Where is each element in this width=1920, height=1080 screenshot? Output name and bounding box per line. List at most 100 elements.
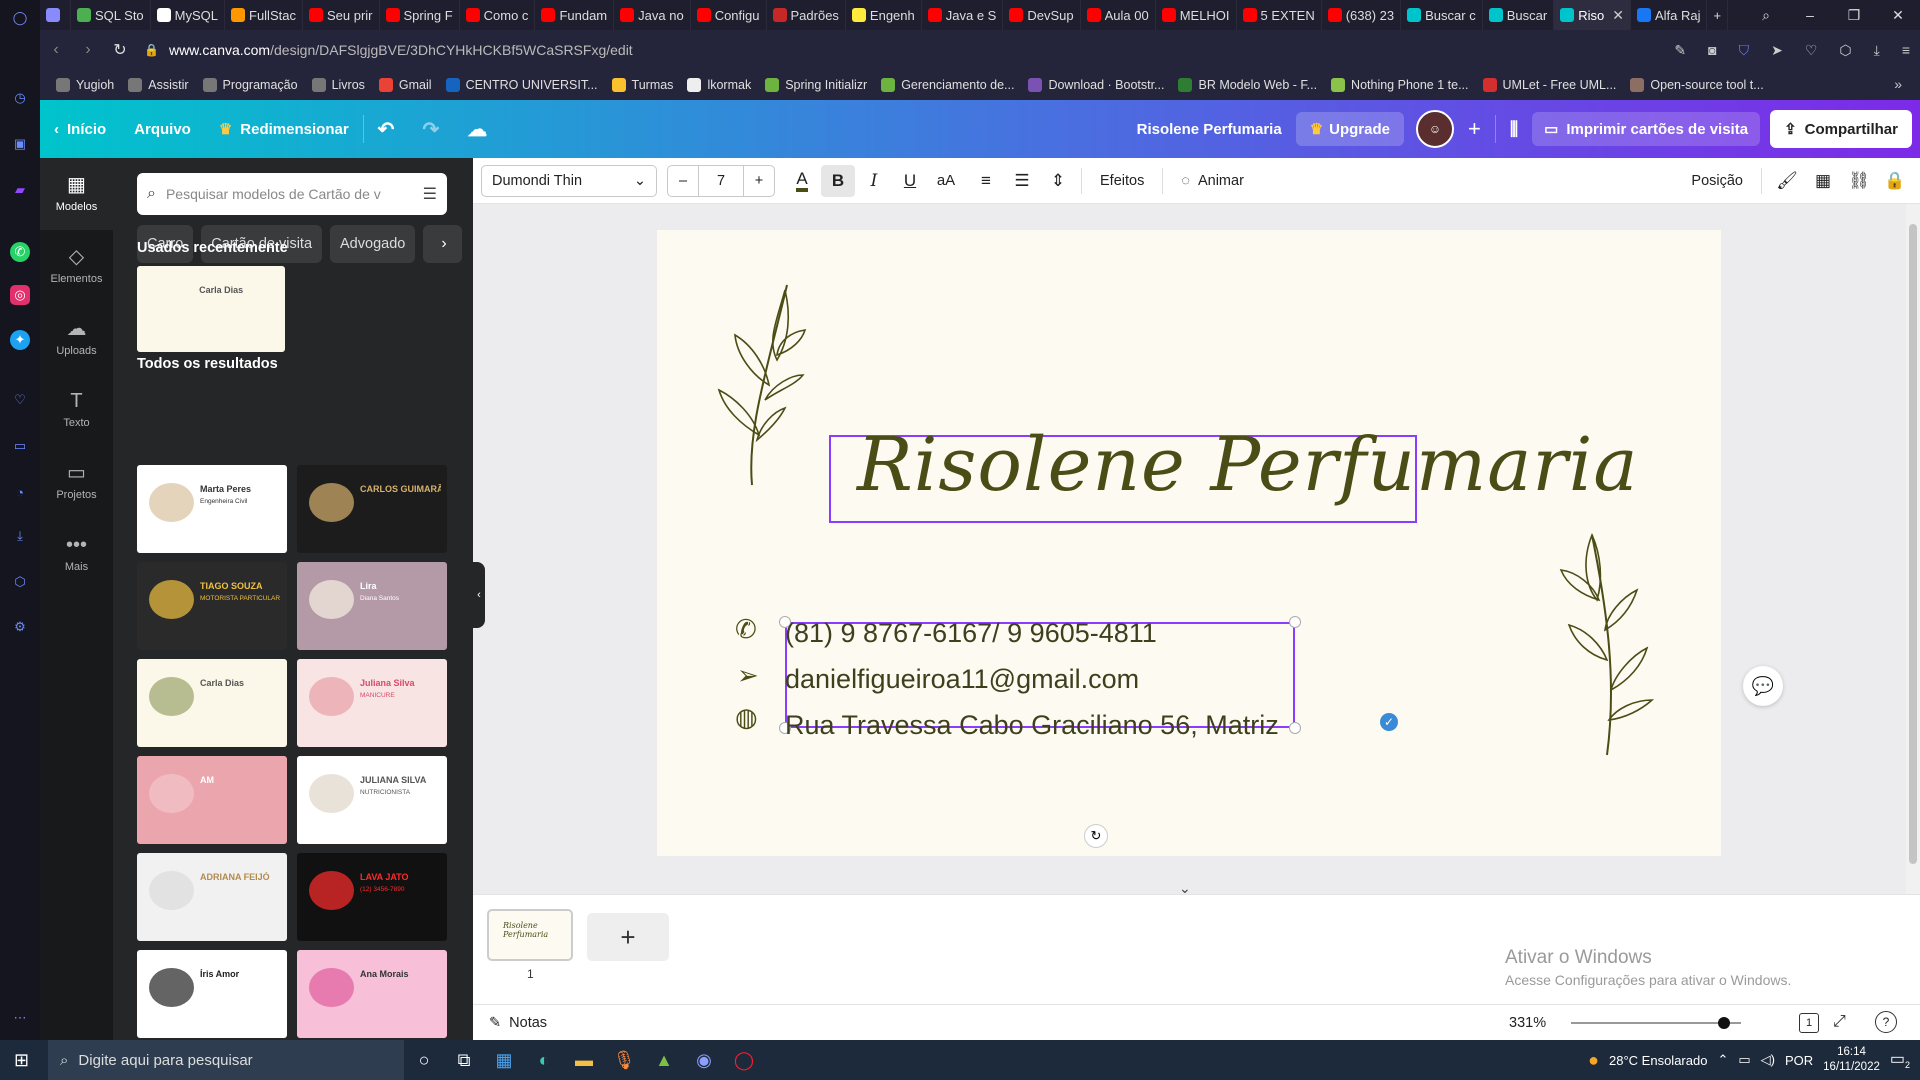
opera-icon[interactable]: ◯ <box>724 1040 764 1080</box>
browser-tab[interactable]: Como c <box>460 0 536 30</box>
browser-tab[interactable]: SQL Sto <box>71 0 151 30</box>
browser-tab[interactable]: Spring F <box>380 0 460 30</box>
spacing-icon[interactable]: ⇕ <box>1041 165 1075 197</box>
back-icon[interactable]: ‹ <box>40 41 72 59</box>
close-window-button[interactable]: ✕ <box>1876 7 1920 24</box>
rail-item-texto[interactable]: T Texto <box>40 374 113 446</box>
rail-item-projetos[interactable]: ▭ Projetos <box>40 446 113 518</box>
share-button[interactable]: ⇪ Compartilhar <box>1770 110 1912 148</box>
paint-format-icon[interactable]: 🖌 <box>1770 165 1804 197</box>
list-icon[interactable]: ☰ <box>1005 165 1039 197</box>
rail-item-uploads[interactable]: ☁ Uploads <box>40 302 113 374</box>
scrollbar-thumb[interactable] <box>1909 224 1917 864</box>
add-comment-icon[interactable]: 💬 <box>1743 666 1783 706</box>
browser-tab[interactable]: Alfa Raj <box>1631 0 1708 30</box>
bookmark-item[interactable]: Yugioh <box>56 78 114 92</box>
font-size-value[interactable]: 7 <box>698 165 744 196</box>
browser-tab[interactable]: Riso ✕ <box>1554 0 1631 30</box>
rotate-handle-icon[interactable]: ↻ <box>1084 824 1108 848</box>
text-color-button[interactable]: A <box>785 165 819 197</box>
bookmark-item[interactable]: BR Modelo Web - F... <box>1178 78 1317 92</box>
heart-icon[interactable]: ♡ <box>10 390 30 410</box>
undo-button[interactable]: ↶ <box>364 100 409 158</box>
bookmark-item[interactable]: Programação <box>202 78 298 92</box>
vpn-icon[interactable]: ⛉ <box>1739 42 1750 59</box>
zoom-slider[interactable] <box>1571 1017 1741 1029</box>
increase-size-button[interactable]: + <box>744 173 774 189</box>
wallet-icon[interactable]: ▣ <box>10 134 30 154</box>
browser-tab[interactable]: Padrões <box>767 0 846 30</box>
underline-button[interactable]: U <box>893 165 927 197</box>
cloud-save-icon[interactable]: ☁ <box>453 100 501 158</box>
network-icon[interactable]: ▭ <box>1738 1052 1750 1068</box>
animate-button[interactable]: ◌ Animar <box>1169 165 1256 197</box>
bookmark-item[interactable]: Assistir <box>128 78 189 92</box>
bookmark-item[interactable]: Gmail <box>378 78 432 92</box>
card-title[interactable]: Risolene Perfumaria <box>857 422 1638 508</box>
template-thumbnail[interactable]: AM <box>137 756 287 844</box>
business-card[interactable]: Risolene Perfumaria ✆ ➢ ◍ (81) 9 8767-61… <box>657 230 1721 856</box>
microphone-icon[interactable]: 🎙 <box>604 1040 644 1080</box>
add-collaborator-button[interactable]: + <box>1454 100 1495 158</box>
transparency-icon[interactable]: ▦ <box>1806 165 1840 197</box>
avatar[interactable]: ☺ <box>1415 110 1454 148</box>
bookmark-item[interactable]: lkormak <box>687 78 751 92</box>
rail-item-modelos[interactable]: ▦ Modelos <box>40 158 113 230</box>
rail-item-elementos[interactable]: ◇ Elementos <box>40 230 113 302</box>
filter-icon[interactable]: ☰ <box>423 184 437 204</box>
new-tab-button[interactable]: + <box>1707 0 1729 30</box>
browser-tab[interactable]: 5 EXTEN <box>1237 0 1322 30</box>
rail-item-mais[interactable]: ••• Mais <box>40 518 113 590</box>
cube-icon[interactable]: ⬡ <box>10 572 30 592</box>
resize-handle[interactable] <box>1289 722 1301 734</box>
position-button[interactable]: Posição <box>1679 165 1755 197</box>
resize-button[interactable]: ♛ Redimensionar <box>205 100 363 158</box>
template-search-input[interactable]: ⌕ Pesquisar modelos de Cartão de v ☰ <box>137 173 447 215</box>
page-count-icon[interactable]: 1 <box>1799 1013 1819 1033</box>
discord-icon[interactable]: ◉ <box>684 1040 724 1080</box>
template-thumbnail[interactable]: Carla Dias <box>137 266 285 352</box>
font-selector[interactable]: Dumondi Thin ⌄ <box>481 164 657 197</box>
download-icon[interactable]: ⤓ <box>10 526 30 546</box>
browser-tab[interactable]: MySQL <box>151 0 225 30</box>
settings-icon[interactable]: ⚙ <box>10 617 30 637</box>
bookmark-item[interactable]: Download · Bootstr... <box>1028 78 1164 92</box>
home-button[interactable]: ‹ Início <box>40 100 120 158</box>
notes-button[interactable]: ✎ Notas <box>489 1015 547 1031</box>
page-thumbnail[interactable]: Risolene Perfumaria <box>487 909 573 961</box>
bookmark-item[interactable]: Open-source tool t... <box>1630 78 1764 92</box>
template-thumbnail[interactable]: Carla Dias <box>137 659 287 747</box>
history-icon[interactable]: ◔ <box>10 482 30 502</box>
send-icon[interactable]: ➤ <box>1771 42 1783 59</box>
browser-tab[interactable]: Java e S <box>922 0 1004 30</box>
camera-icon[interactable]: ◙ <box>1708 42 1716 58</box>
add-page-button[interactable]: + <box>587 913 669 961</box>
email-text[interactable]: danielfigueiroa11@gmail.com <box>785 664 1139 695</box>
browser-tab[interactable]: Buscar <box>1483 0 1555 30</box>
bookmark-heart-icon[interactable]: ♡ <box>1805 42 1818 59</box>
chips-next-button[interactable]: › <box>426 225 462 263</box>
browser-tab[interactable]: MELHOI <box>1156 0 1237 30</box>
template-thumbnail[interactable]: Íris Amor <box>137 950 287 1038</box>
menu-icon[interactable]: ≡ <box>1902 42 1910 58</box>
minimize-button[interactable]: – <box>1788 7 1832 23</box>
address-text[interactable]: Rua Travessa Cabo Graciliano 56, Matriz <box>785 710 1279 741</box>
url-field[interactable]: 🔒 www.canva.com/design/DAFSlgjgBVE/3DhCY… <box>144 42 633 58</box>
lock-icon[interactable]: 🔒 <box>1878 165 1912 197</box>
browser-tab[interactable]: Java no <box>614 0 691 30</box>
template-thumbnail[interactable]: Marta Peres Engenheira Civil <box>137 465 287 553</box>
file-menu[interactable]: Arquivo <box>120 100 205 158</box>
insights-icon[interactable]: ⫼ <box>1496 100 1532 158</box>
search-tabs-icon[interactable]: ⌕ <box>1744 7 1788 24</box>
template-thumbnail[interactable]: ADRIANA FEIJÓ <box>137 853 287 941</box>
upgrade-button[interactable]: ♛ Upgrade <box>1295 112 1404 146</box>
template-thumbnail[interactable]: Juliana Silva MANICURE <box>297 659 447 747</box>
edit-icon[interactable]: ✎ <box>1674 42 1686 59</box>
instagram-icon[interactable]: ◎ <box>10 285 30 305</box>
template-thumbnail[interactable]: TIAGO SOUZA MOTORISTA PARTICULAR <box>137 562 287 650</box>
align-icon[interactable]: ≡ <box>969 165 1003 197</box>
more-icon[interactable]: ⋯ <box>10 1008 30 1028</box>
decrease-size-button[interactable]: – <box>668 173 698 189</box>
redo-button[interactable]: ↷ <box>408 100 453 158</box>
template-thumbnail[interactable]: CARLOS GUIMARÃES <box>297 465 447 553</box>
